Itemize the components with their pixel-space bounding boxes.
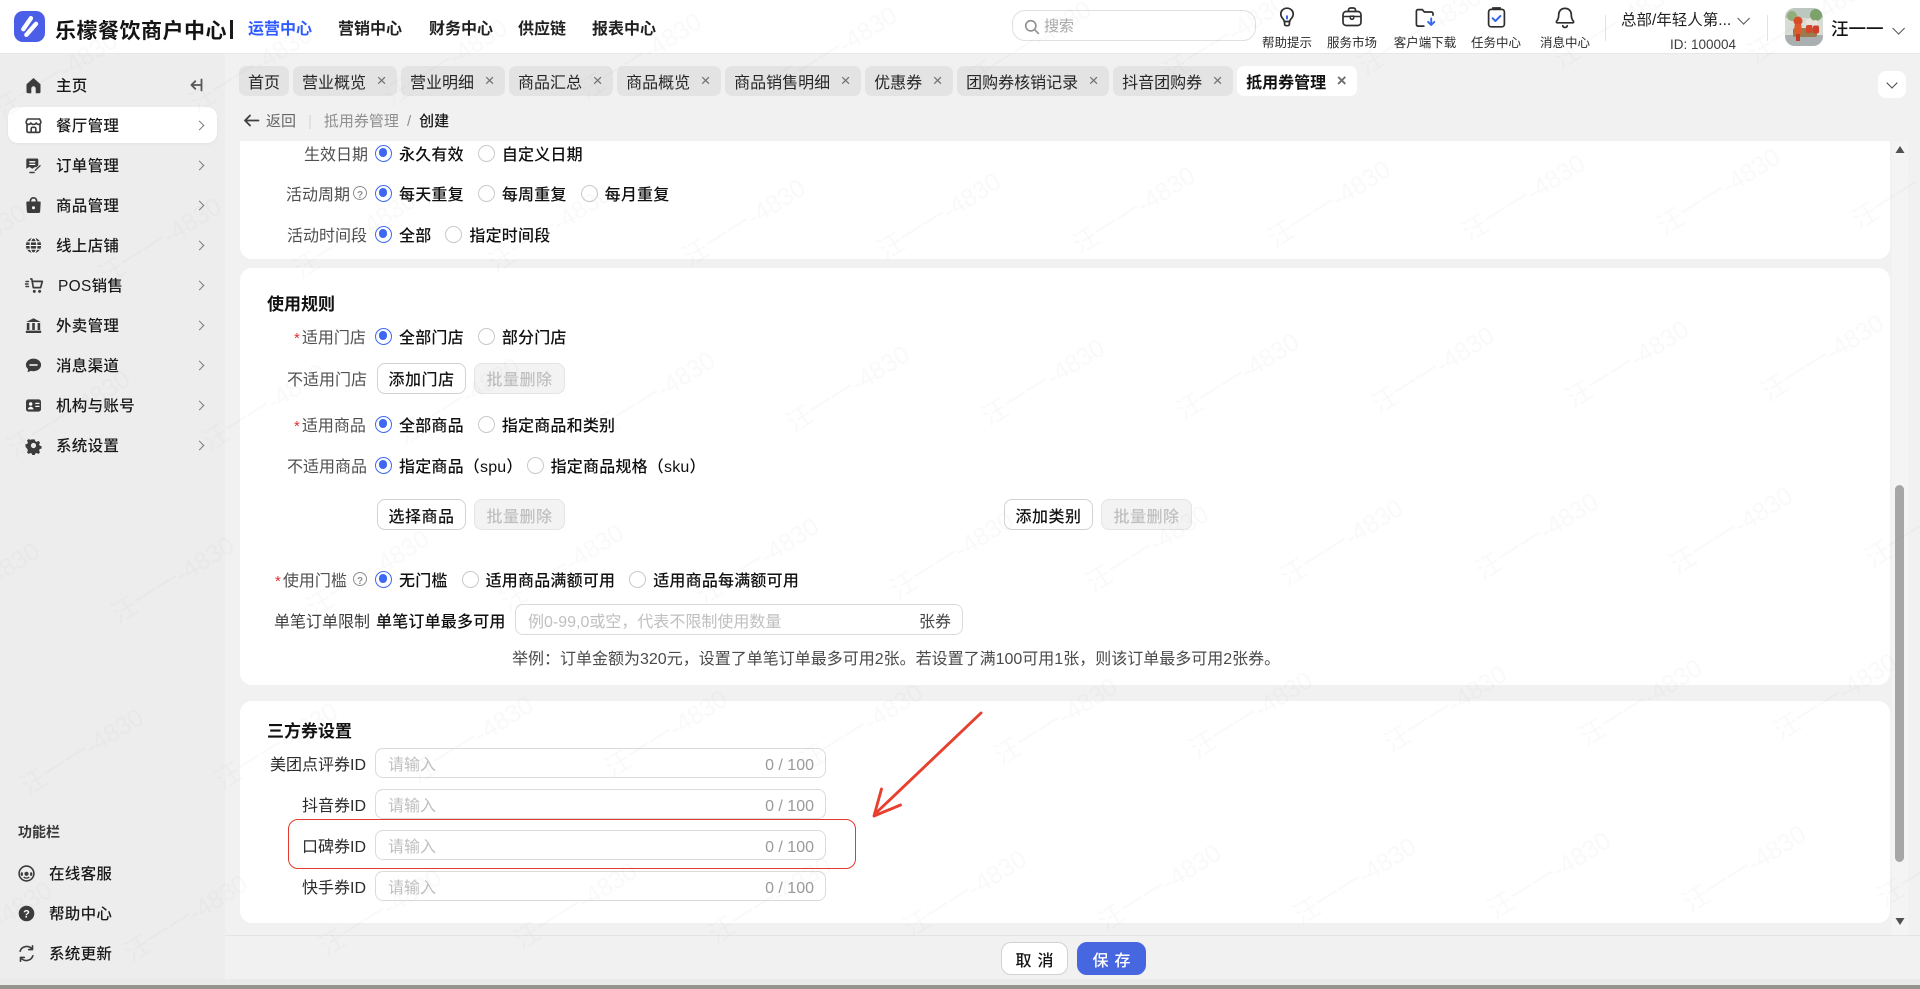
svg-text:?: ? (23, 908, 30, 920)
